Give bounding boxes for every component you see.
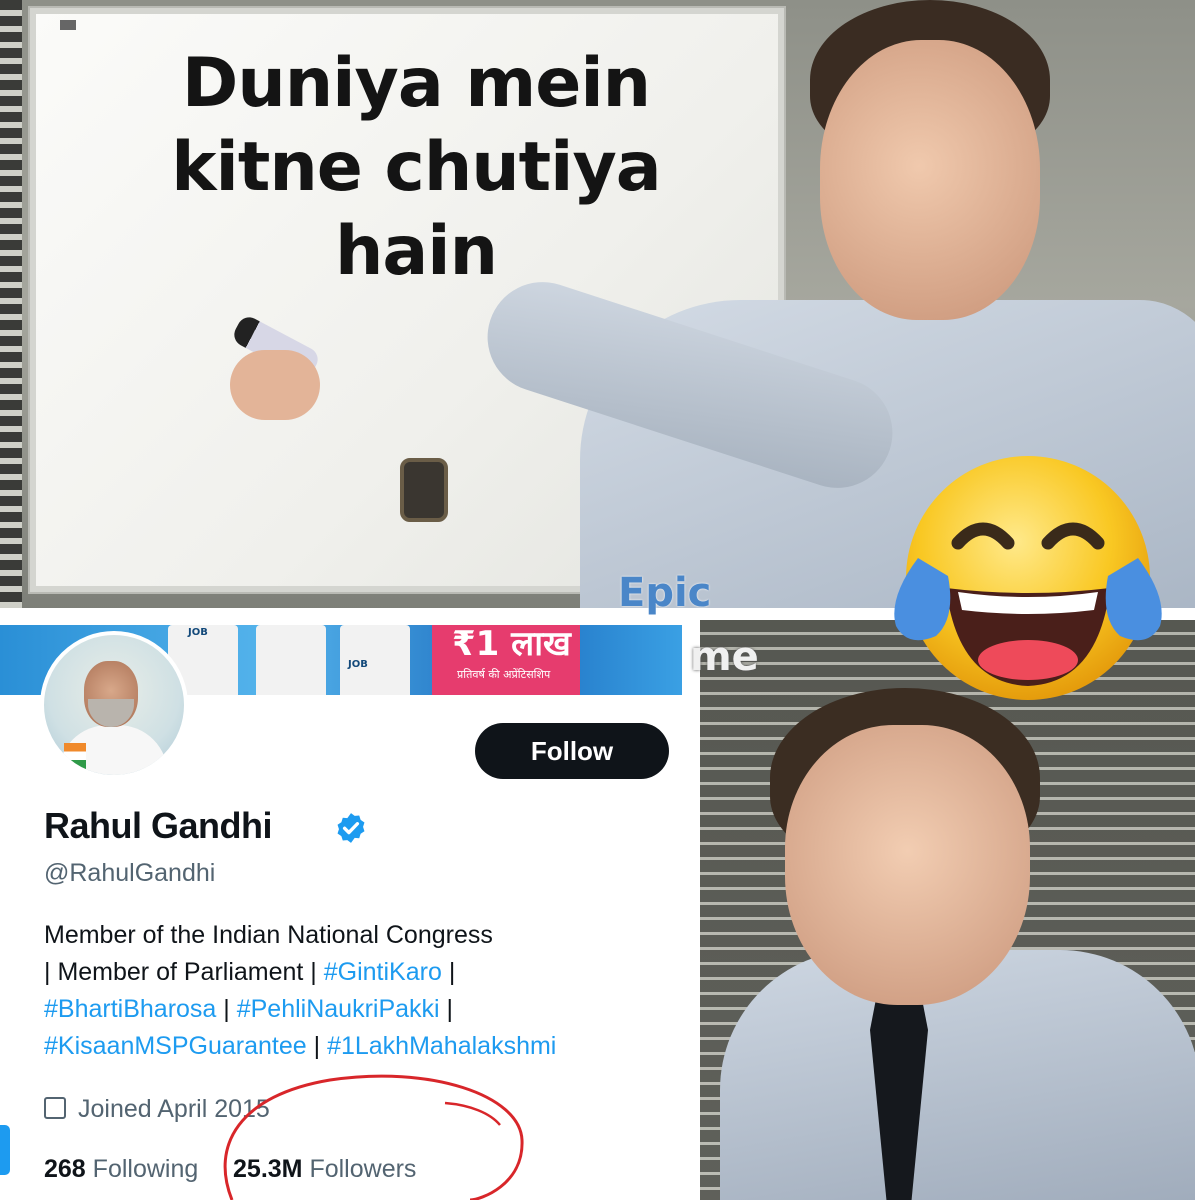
bio-text: Member of the Indian National Congress [44, 921, 493, 949]
following-link[interactable]: 268 Following [44, 1155, 198, 1183]
followers-label: Followers [309, 1155, 417, 1183]
profile-handle: @RahulGandhi [44, 859, 216, 887]
followers-count: 25.3M [233, 1155, 303, 1183]
hashtag-link[interactable]: #GintiKaro [324, 958, 442, 986]
presenter-hand [230, 350, 320, 420]
followers-link[interactable]: 25.3M Followers [233, 1155, 416, 1183]
flag-icon [64, 743, 86, 769]
joined-text: Joined April 2015 [78, 1095, 270, 1123]
profile-bio: Member of the Indian National Congress | … [44, 917, 682, 1065]
avatar[interactable] [40, 631, 188, 779]
banner-amount: ₹1 लाख [452, 625, 571, 664]
presenter-face [820, 40, 1040, 320]
hashtag-link[interactable]: #KisaanMSPGuarantee [44, 1032, 307, 1060]
board-label [60, 20, 76, 30]
joined-date: Joined April 2015 [44, 1095, 270, 1124]
follow-stats: 268 Following 25.3M Followers [44, 1155, 416, 1184]
overlay-word: me [690, 634, 759, 680]
edge-tab [0, 1125, 10, 1175]
banner-subtitle: प्रतिवर्ष की अप्रेंटिसशिप [457, 668, 551, 681]
meme-image: Duniya mein kitne chutiya hain Epic me J… [0, 0, 1195, 1200]
hashtag-link[interactable]: #PehliNaukriPakki [237, 995, 440, 1023]
hashtag-link[interactable]: #BhartiBharosa [44, 995, 216, 1023]
bio-text: | Member of Parliament | [44, 958, 324, 986]
presenter-face [785, 725, 1030, 1005]
following-label: Following [92, 1155, 199, 1183]
wristwatch [400, 458, 448, 522]
follow-button[interactable]: Follow [475, 723, 669, 779]
profile-card: JOB JOB ₹1 लाख प्रतिवर्ष की अप्रेंटिसशिप… [0, 625, 682, 1200]
banner-sign: JOB [188, 627, 208, 638]
banner-sign: JOB [348, 659, 368, 670]
calendar-icon [44, 1097, 66, 1119]
window-blinds [0, 0, 22, 610]
bio-separator: | [306, 1032, 328, 1060]
face-with-tears-of-joy-icon [894, 456, 1162, 700]
bio-separator: | [441, 958, 456, 986]
banner-figure [256, 625, 326, 695]
bio-separator: | [439, 995, 454, 1023]
verified-badge-icon [337, 813, 365, 843]
profile-name: Rahul Gandhi [44, 805, 273, 846]
bio-separator: | [216, 995, 237, 1023]
following-count: 268 [44, 1155, 86, 1183]
overlay-word: Epic [618, 570, 712, 616]
hashtag-link[interactable]: #1LakhMahalakshmi [327, 1032, 556, 1060]
